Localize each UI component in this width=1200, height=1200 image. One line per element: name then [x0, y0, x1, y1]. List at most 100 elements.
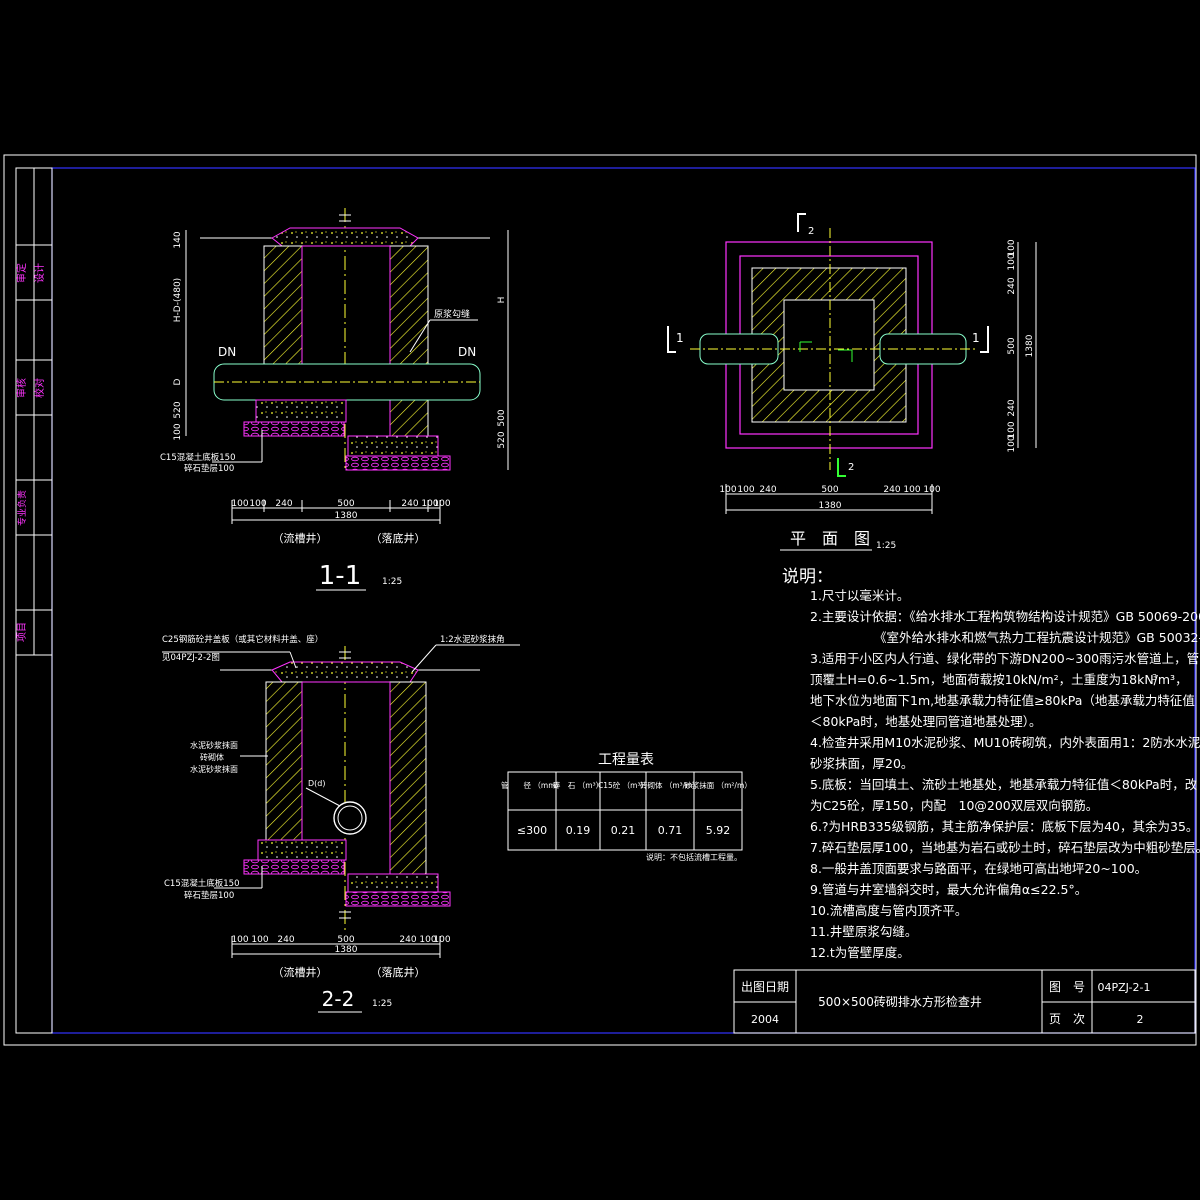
- section-2-2: D(d) C25钢筋砼井盖板（或其它材料井盖、座） 见04PZJ-2-2图 1:…: [162, 634, 520, 1013]
- s11-label-plaster: 原浆勾缝: [434, 308, 470, 320]
- table-cell-3: 0.21: [611, 824, 636, 837]
- sidebar-label-6: 项目: [16, 622, 28, 642]
- s22-label-ref: 见04PZJ-2-2图: [162, 653, 220, 663]
- s11-dim-bottom-3: 240: [275, 499, 292, 509]
- plan-mark-1b: 1: [972, 331, 980, 345]
- table-cell-2: 0.19: [566, 824, 591, 837]
- s22-label-mortar: 1:2水泥砂浆抹角: [440, 634, 505, 645]
- sidebar-label-5: 专业负责: [16, 490, 28, 526]
- notes: 说明： 3 1.尺寸以毫米计。 2.主要设计依据：《给水排水工程构筑物结构设计规…: [782, 567, 1200, 960]
- note-15: 9.管道与井室墙斜交时，最大允许偏角α≤22.5°。: [810, 882, 1087, 897]
- table-header-2: 碎 石 （m³）: [553, 780, 603, 790]
- note-1: 1.尺寸以毫米计。: [810, 588, 909, 603]
- plan-mark-1a: 1: [676, 331, 684, 345]
- note-9: 砂浆抹面，厚20。: [810, 756, 913, 771]
- plan-dim-bottom-7: 100: [923, 485, 940, 495]
- note-2: 2.主要设计依据：《给水排水工程构筑物结构设计规范》GB 50069-2002: [810, 609, 1200, 624]
- plan-dim-right-4: 500: [1007, 337, 1017, 354]
- title-drawing-title: 500×500砖砌排水方形检查井: [818, 994, 982, 1009]
- note-11: 为C25砼，厚150，内配 10@200双层双向钢筋。: [810, 798, 1098, 813]
- plan-dim-right-2: 100: [1007, 253, 1017, 270]
- s11-dim-bottom-7: 100: [433, 499, 450, 509]
- s11-dim-right-3: 520: [497, 431, 507, 448]
- table-title: 工程量表: [598, 752, 654, 768]
- note-6: 地下水位为地面下1m,地基承载力特征值≥80kPa（地基承载力特征值: [810, 693, 1195, 708]
- note-5: 顶覆土H=0.6~1.5m，地面荷载按10kN/m²，土重度为18kN/m³，: [810, 672, 1188, 687]
- s22-dim-bottom-4: 500: [337, 935, 354, 945]
- s11-dim-left-2: H-D-(480): [173, 278, 183, 322]
- s11-pipe-left: DN: [218, 345, 236, 359]
- s22-right-well: （落底井）: [371, 965, 426, 979]
- note-10: 5.底板：当回填土、流砂土地基处，地基承载力特征值＜80kPa时，改: [810, 777, 1198, 792]
- plan-dim-bottom-4: 500: [821, 485, 838, 495]
- s22-label-pipe: D(d): [308, 779, 325, 788]
- note-8: 4.检查井采用M10水泥砂浆、MU10砖砌筑，内外表面用1：2防水水泥: [810, 735, 1200, 750]
- sidebar-label-1: 审定: [15, 263, 28, 283]
- plan-dim-right-5: 240: [1007, 399, 1017, 416]
- note-7: ＜80kPa时，地基处理同管道地基处理）。: [810, 714, 1042, 729]
- title-page-label: 页 次: [1049, 1012, 1085, 1026]
- s11-dim-bottom-4: 500: [337, 499, 354, 509]
- s22-scale: 1:25: [372, 999, 392, 1009]
- s11-dim-left-1: 140: [173, 231, 183, 248]
- note-14: 8.一般井盖顶面要求与路面平，在绿地可高出地坪20~100。: [810, 861, 1147, 876]
- s22-dim-bottom-2: 100: [251, 935, 268, 945]
- s11-label-base: C15混凝土底板150: [160, 452, 235, 463]
- title-date-label: 出图日期: [741, 980, 789, 994]
- s11-dim-left-3: D: [173, 378, 183, 385]
- s22-dim-total: 1380: [335, 945, 358, 955]
- sidebar-label-3: 审核: [15, 378, 28, 398]
- s11-dim-total: 1380: [335, 511, 358, 521]
- s11-dim-left-4: 520: [173, 401, 183, 418]
- s22-dim-bottom-7: 100: [433, 935, 450, 945]
- s22-layer-3: 水泥砂浆抹面: [190, 764, 238, 774]
- s22-title: 2-2: [322, 987, 355, 1011]
- s11-dim-bottom-1: 100: [231, 499, 248, 509]
- sidebar: 审定 设计 审核 校对 专业负责 项目: [15, 167, 53, 1034]
- plan-dim-bottom-2: 100: [737, 485, 754, 495]
- plan-dim-bottom-1: 100: [719, 485, 736, 495]
- s22-label-cover: C25钢筋砼井盖板（或其它材料井盖、座）: [162, 634, 323, 645]
- s22-left-well: （流槽井）: [273, 965, 328, 979]
- s22-dim-bottom-3: 240: [277, 935, 294, 945]
- table-cell-1: ≤300: [517, 824, 547, 837]
- s22-label-gravel: 碎石垫层100: [184, 890, 234, 901]
- table-cell-5: 5.92: [706, 824, 731, 837]
- title-page-value: 2: [1137, 1013, 1144, 1026]
- s22-label-base: C15混凝土底板150: [164, 878, 239, 889]
- quantity-table: 工程量表 管 径 （mm） 碎 石 （m³） C15砼 （m³） 砖砌体 （m³…: [501, 752, 752, 862]
- s11-dim-bottom-2: 100: [249, 499, 266, 509]
- inner-frame: [51, 167, 1196, 1034]
- drawing-canvas: 审定 设计 审核 校对 专业负责 项目 140 H-D-(480) D 520 …: [3, 154, 1200, 1046]
- s11-dim-right-1: H: [497, 297, 507, 304]
- title-number-label: 图 号: [1049, 980, 1085, 994]
- s11-dim-bottom-5: 240: [401, 499, 418, 509]
- s22-dim-bottom-1: 100: [231, 935, 248, 945]
- title-number-value: 04PZJ-2-1: [1098, 981, 1151, 994]
- s11-dim-left-5: 100: [173, 423, 183, 440]
- s11-left-well: （流槽井）: [273, 531, 328, 545]
- note-13: 7.碎石垫层厚100，当地基为岩石或砂土时，碎石垫层改为中粗砂垫层。: [810, 840, 1200, 855]
- plan-dim-bottom-5: 240: [883, 485, 900, 495]
- note-18: 12.t为管壁厚度。: [810, 945, 910, 960]
- s11-label-gravel: 碎石垫层100: [184, 463, 234, 474]
- note-16: 10.流槽高度与管内顶齐平。: [810, 903, 967, 918]
- plan-dim-bottom-3: 240: [759, 485, 776, 495]
- plan-mark-2b: 2: [848, 462, 854, 473]
- plan-view: 1 1 2 2 100 100 240 500 240 100 100 1380…: [667, 213, 1037, 551]
- note-17: 11.井壁原浆勾缝。: [810, 924, 917, 939]
- table-cell-4: 0.71: [658, 824, 683, 837]
- note-4: 3.适用于小区内人行道、绿化带的下游DN200~300雨污水管道上，管: [810, 651, 1199, 666]
- s22-layer-2: 砖砌体: [200, 752, 224, 762]
- section-1-1: 140 H-D-(480) D 520 100 H 500 520 DN DN …: [160, 208, 509, 591]
- plan-dim-total: 1380: [819, 501, 842, 511]
- plan-scale: 1:25: [876, 541, 896, 551]
- title-block: 出图日期 2004 500×500砖砌排水方形检查井 图 号 04PZJ-2-1…: [733, 969, 1196, 1034]
- s22-dim-bottom-5: 240: [399, 935, 416, 945]
- note-12: 6.?为HRB335级钢筋，其主筋净保护层：底板下层为40，其余为35。: [810, 819, 1198, 834]
- title-date-value: 2004: [751, 1013, 779, 1026]
- plan-dim-right-total: 1380: [1025, 334, 1035, 357]
- sidebar-label-2: 设计: [33, 263, 46, 283]
- plan-dim-right-3: 240: [1007, 277, 1017, 294]
- sidebar-label-4: 校对: [33, 378, 46, 398]
